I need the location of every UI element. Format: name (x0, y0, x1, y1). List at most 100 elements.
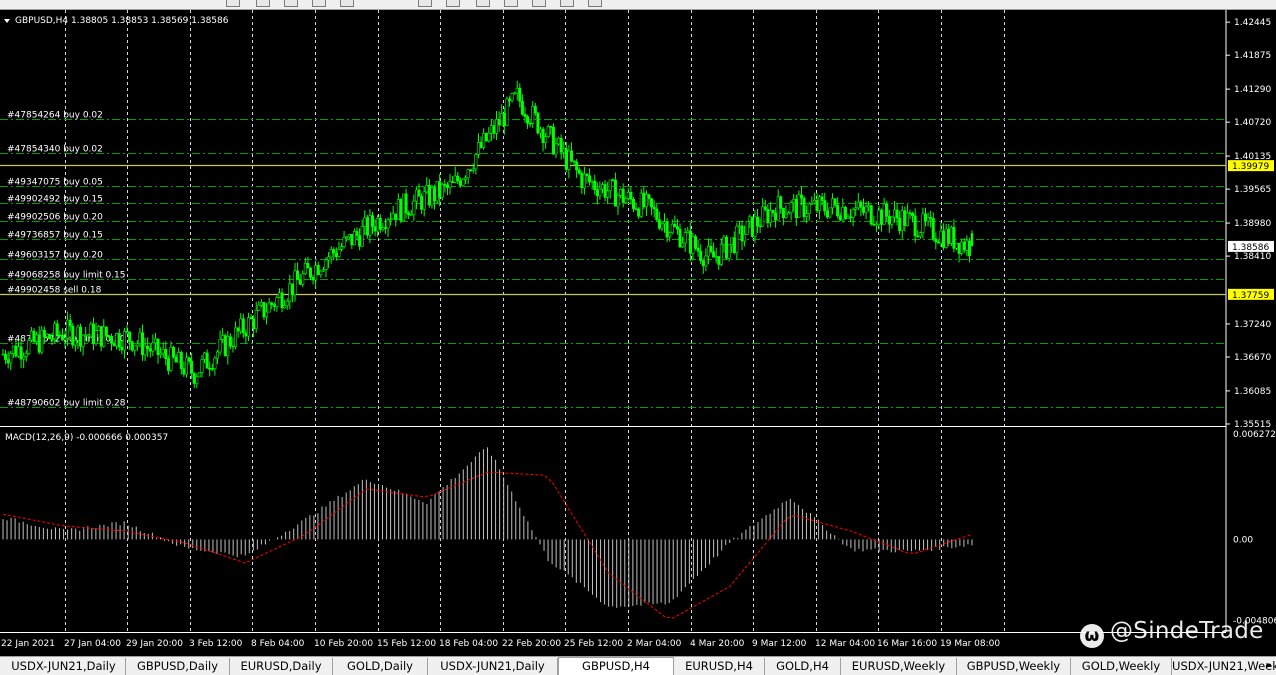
candle-body (365, 217, 369, 236)
candle-body (546, 126, 550, 137)
period-icon[interactable] (588, 0, 602, 7)
candle-body (259, 302, 263, 306)
candle-body (616, 195, 620, 207)
chart-canvas[interactable]: 22 Jan 2021 27 Jan 04:00 29 Jan 20:00 3 Feb… (0, 10, 1276, 658)
candle-body (650, 198, 654, 208)
candle-body (663, 221, 667, 225)
time-label: 2 Mar 04:00 (627, 639, 682, 649)
chart-tab[interactable]: GOLD,H4 (765, 658, 841, 675)
order-label: #49068258 buy limit 0.15 (7, 271, 126, 281)
chart-tab[interactable]: USDX-JUN21,Daily (2, 658, 126, 675)
triangle-right-icon[interactable]: ▸ (1264, 660, 1274, 672)
candle-body (133, 345, 137, 351)
candle-body (678, 228, 682, 248)
crosshair-icon[interactable] (418, 0, 432, 7)
candle-body (611, 179, 615, 182)
price-level-1: 1.39979 (1232, 162, 1269, 172)
candle-body (40, 329, 44, 353)
candle-body (631, 199, 635, 209)
candle-body (262, 302, 266, 318)
candle-body (17, 346, 21, 357)
chart-tab[interactable]: GOLD,Daily (333, 658, 428, 675)
candle-body (407, 212, 411, 216)
price-scale-label: 1.42445 (1234, 18, 1271, 28)
new-chart-icon[interactable] (226, 0, 240, 7)
tile-icon[interactable] (532, 0, 546, 7)
time-label: 12 Mar 04:00 (815, 639, 875, 649)
candle-body (231, 345, 235, 348)
candle-body (257, 304, 261, 311)
navigator-icon[interactable] (256, 0, 270, 7)
zoom-out-icon[interactable] (504, 0, 518, 7)
chart-tab[interactable]: USDX-JUN21,Weekly (1172, 658, 1276, 675)
chart-tab[interactable]: USDX-JUN21,Daily (428, 658, 558, 675)
candle-body (42, 329, 46, 337)
candle-body (389, 218, 393, 221)
candle-body (4, 353, 8, 360)
candle-body (947, 228, 951, 244)
candle-body (94, 330, 98, 344)
candle-body (675, 226, 679, 230)
candle-body (177, 352, 181, 363)
new-order-icon[interactable] (340, 0, 354, 7)
time-label: 27 Jan 04:00 (64, 639, 121, 649)
zoom-in-icon[interactable] (476, 0, 490, 7)
time-label: 4 Mar 20:00 (690, 639, 745, 649)
candle-body (624, 198, 628, 203)
candle-body (575, 161, 579, 171)
candle-body (918, 232, 922, 237)
price-scale-label: 1.40720 (1234, 118, 1271, 128)
candle-body (205, 352, 209, 369)
candle-body (197, 372, 201, 378)
candle-body (368, 215, 372, 236)
candle-body (73, 340, 77, 346)
candle-body (949, 227, 953, 244)
price-scale-label: 1.36085 (1234, 387, 1271, 397)
cursor-icon[interactable] (446, 0, 460, 7)
candle-body (538, 128, 542, 134)
candle-body (913, 215, 917, 237)
candle-body (885, 203, 889, 217)
candle-body (626, 192, 630, 199)
candle-body (593, 181, 597, 190)
candle-body (215, 351, 219, 359)
candle-body (381, 227, 385, 230)
candle-body (898, 217, 902, 232)
candle-body (965, 240, 969, 251)
chart-tab[interactable]: GOLD,Weekly (1071, 658, 1172, 675)
chart-window[interactable]: 22 Jan 2021 27 Jan 04:00 29 Jan 20:00 3 Feb… (0, 10, 1276, 658)
candle-body (130, 341, 134, 351)
candle-body (50, 338, 54, 341)
candle-body (68, 319, 72, 327)
candle-body (422, 191, 426, 210)
candle-body (174, 356, 178, 363)
candle-body (960, 241, 964, 254)
chart-tab[interactable]: GBPUSD,Daily (126, 658, 230, 675)
candle-body (172, 347, 176, 358)
candle-body (443, 184, 447, 186)
candle-body (210, 368, 214, 370)
candle-body (484, 132, 488, 142)
autoscroll-icon[interactable] (560, 0, 574, 7)
weibo-icon: ω (1080, 624, 1104, 648)
price-scale-label: 1.38410 (1234, 252, 1271, 262)
candle-body (213, 357, 217, 370)
candle-body (296, 270, 300, 281)
save-icon[interactable] (312, 0, 326, 7)
candle-body (942, 230, 946, 248)
chart-tab-active[interactable]: GBPUSD,H4 (558, 657, 674, 675)
chart-tab[interactable]: GBPUSD,Weekly (957, 658, 1071, 675)
chart-tab[interactable]: EURUSD,Weekly (841, 658, 957, 675)
chart-tab[interactable]: EURUSD,H4 (674, 658, 765, 675)
candle-body (758, 225, 762, 228)
candle-body (967, 240, 971, 257)
candle-body (709, 245, 713, 252)
chart-tab[interactable]: EURUSD,Daily (230, 658, 333, 675)
candle-body (952, 227, 956, 249)
candle-body (383, 227, 387, 229)
folder-icon[interactable] (284, 0, 298, 7)
candle-body (355, 231, 359, 236)
candle-body (306, 262, 310, 269)
candle-body (619, 188, 623, 196)
candle-body (37, 334, 41, 353)
